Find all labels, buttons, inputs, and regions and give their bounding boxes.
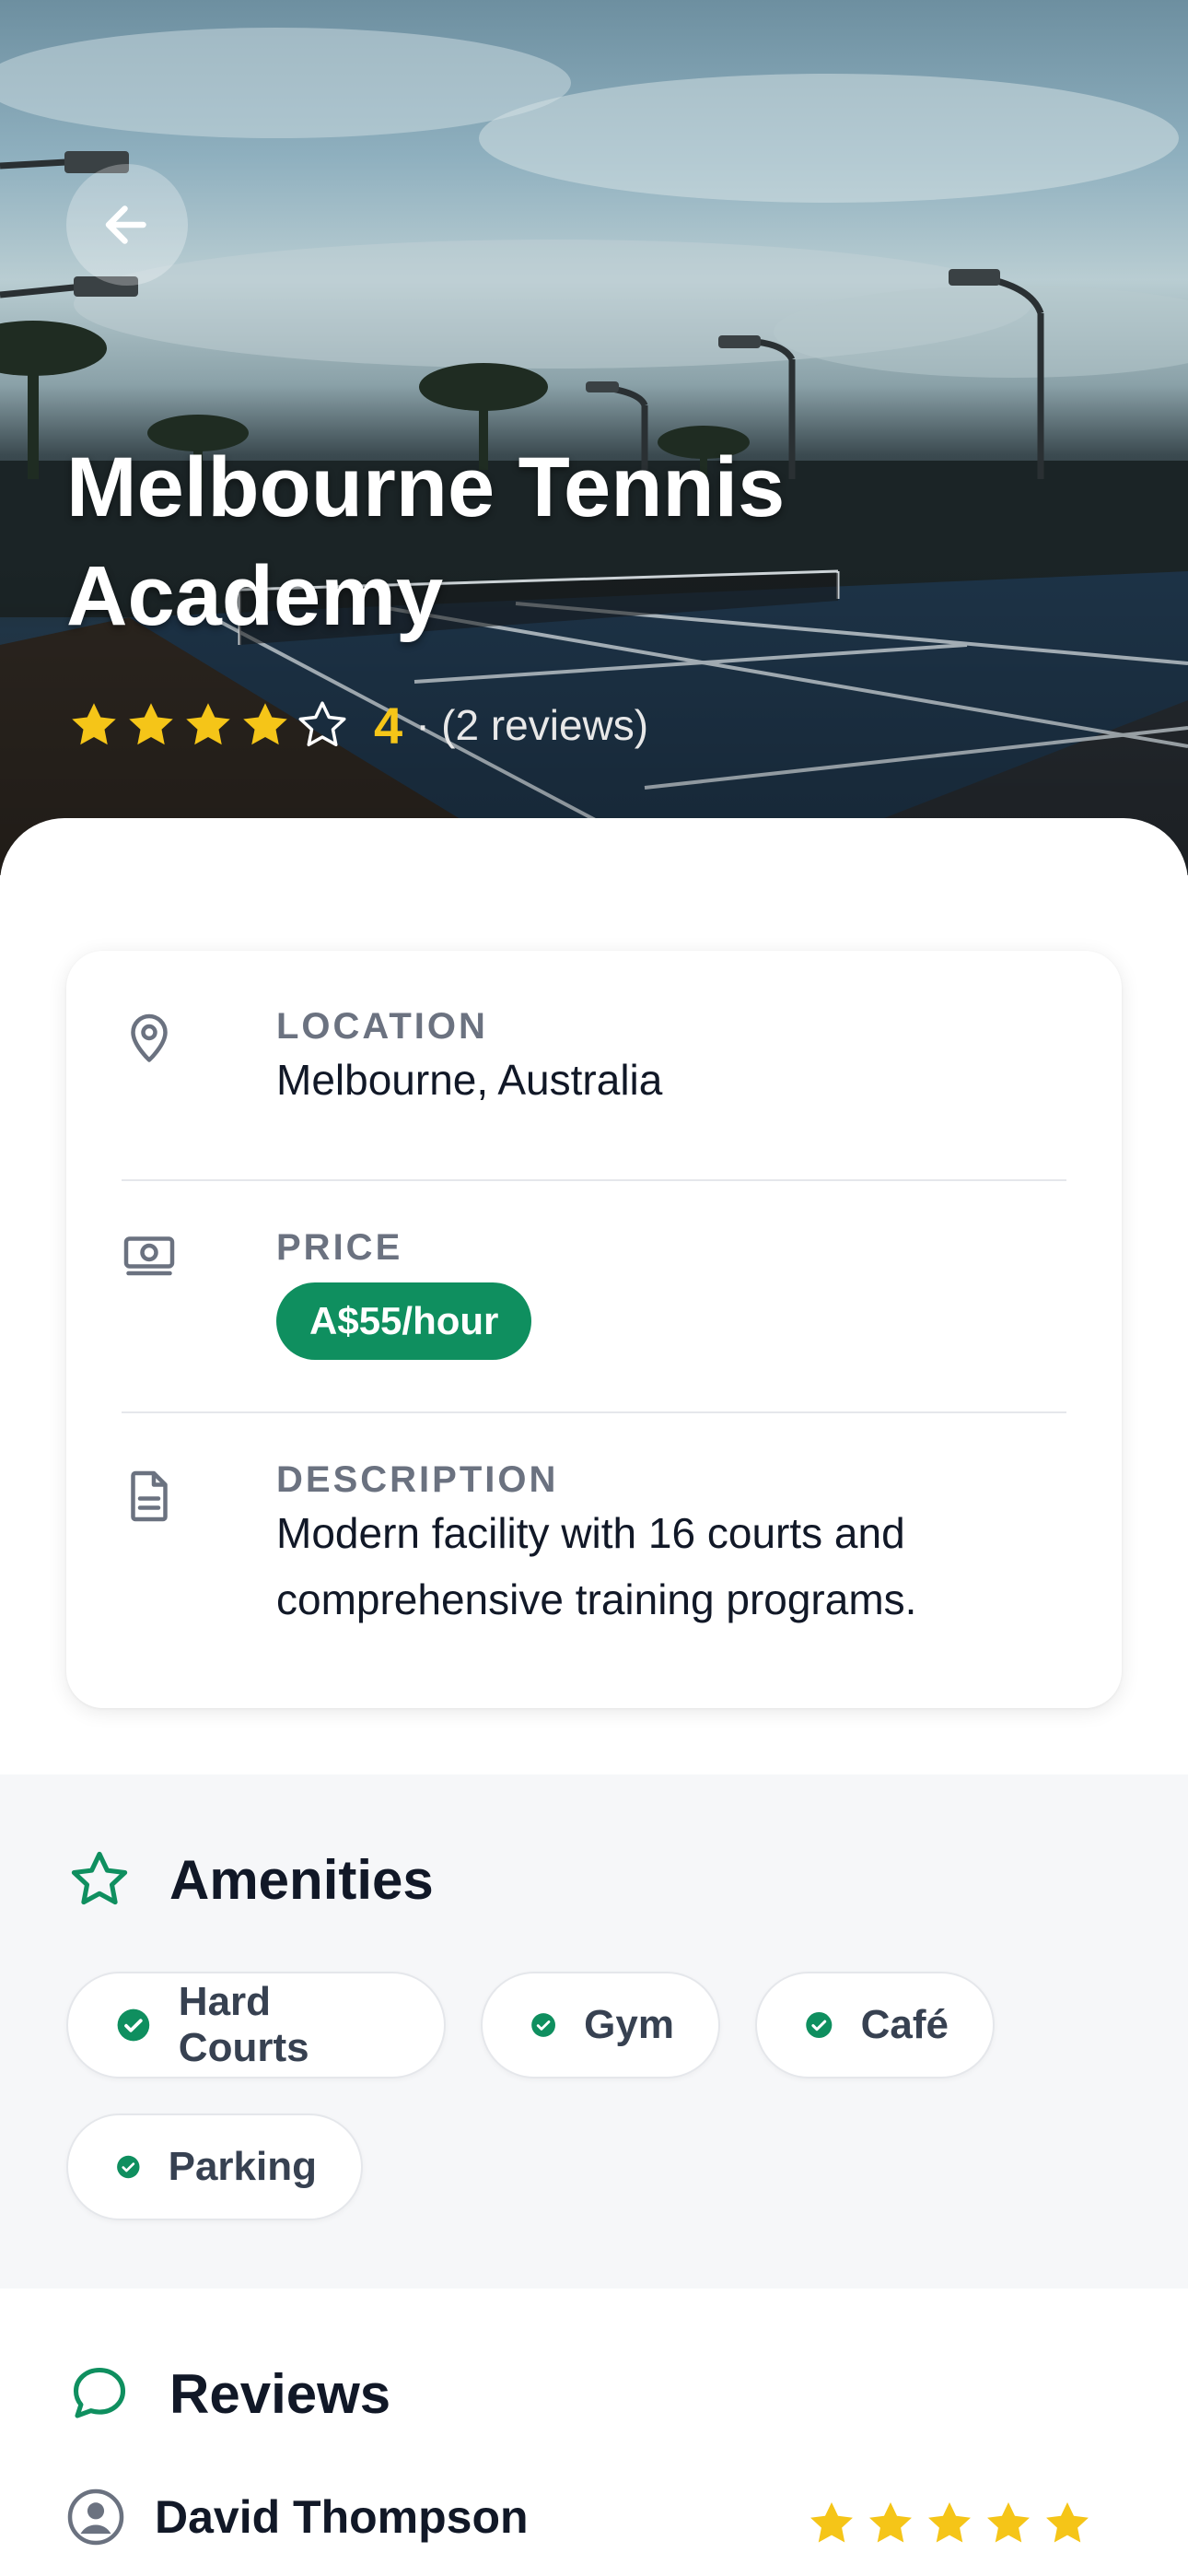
star-empty-icon [298,701,346,746]
star-filled-icon [1046,2502,1089,2543]
reviewer: David Thompson [66,2488,529,2547]
price-badge: A$55/hour [276,1282,532,1360]
amenity-label: Gym [584,2002,674,2047]
amenity-label: Parking [168,2144,317,2189]
reviewer-name: David Thompson [155,2491,529,2543]
banknote-icon [123,1236,175,1276]
info-card: LOCATION Melbourne, Australia PRICE A$55… [66,951,1122,1708]
arrow-left-icon [105,205,146,244]
reviews-title: Reviews [169,2362,391,2425]
venue-title-line1: Melbourne Tennis [66,440,786,534]
review-rating-stars [801,2497,1096,2550]
star-filled-icon [810,2502,853,2543]
review-item: David Thompson [66,2488,1096,2561]
rating-summary: 4 · (2 reviews) [66,693,648,757]
check-circle-icon [117,2008,150,2042]
star-outline-icon [71,1851,128,1905]
amenities-title: Amenities [169,1848,434,1911]
star-filled-icon [129,703,173,745]
rating-value: 4 [374,696,403,755]
star-filled-icon [72,703,116,745]
location-row: LOCATION Melbourne, Australia [122,1006,1066,1135]
star-filled-icon [869,2502,912,2543]
hero-image: Melbourne Tennis Academy 4 · (2 reviews) [0,0,1188,875]
rating-separator: · [415,700,431,750]
chat-bubble-icon [73,2367,126,2418]
reviews-header: Reviews [66,2360,390,2427]
price-row: PRICE A$55/hour [122,1227,1066,1393]
check-circle-icon [117,2155,140,2179]
check-circle-icon [531,2013,555,2037]
map-pin-icon [131,1013,168,1062]
location-label: LOCATION [276,1006,488,1047]
price-label: PRICE [276,1227,403,1268]
amenity-chip: Gym [481,1972,720,2078]
divider [122,1411,1066,1413]
user-avatar-icon [67,2488,124,2546]
venue-detail-screen: Melbourne Tennis Academy 4 · (2 reviews)… [0,0,1188,2576]
star-filled-icon [243,703,287,745]
amenity-label: Hard Courts [178,1979,309,2070]
star-filled-icon [186,703,230,745]
document-icon [131,1470,168,1522]
amenity-chip: Parking [66,2113,363,2220]
star-filled-icon [987,2502,1030,2543]
back-button[interactable] [66,164,188,286]
rating-stars [66,697,352,753]
description-line-1: Modern facility with 16 courts and [276,1509,905,1557]
venue-title-line2: Academy [66,549,444,643]
description-label: DESCRIPTION [276,1459,559,1500]
star-filled-icon [928,2502,971,2543]
review-count: (2 reviews) [441,701,649,749]
amenities-header: Amenities [66,1846,434,1913]
divider [122,1179,1066,1181]
amenity-chip: Hard Courts [66,1972,446,2078]
description-line-2: comprehensive training programs. [276,1575,917,1623]
check-circle-icon [806,2011,833,2039]
amenity-label: Café [860,2002,949,2047]
location-value: Melbourne, Australia [276,1056,663,1104]
amenity-chip: Café [755,1972,995,2078]
venue-title: Melbourne Tennis Academy [66,433,1079,650]
description-row: DESCRIPTION Modern facility with 16 cour… [122,1459,1066,1662]
